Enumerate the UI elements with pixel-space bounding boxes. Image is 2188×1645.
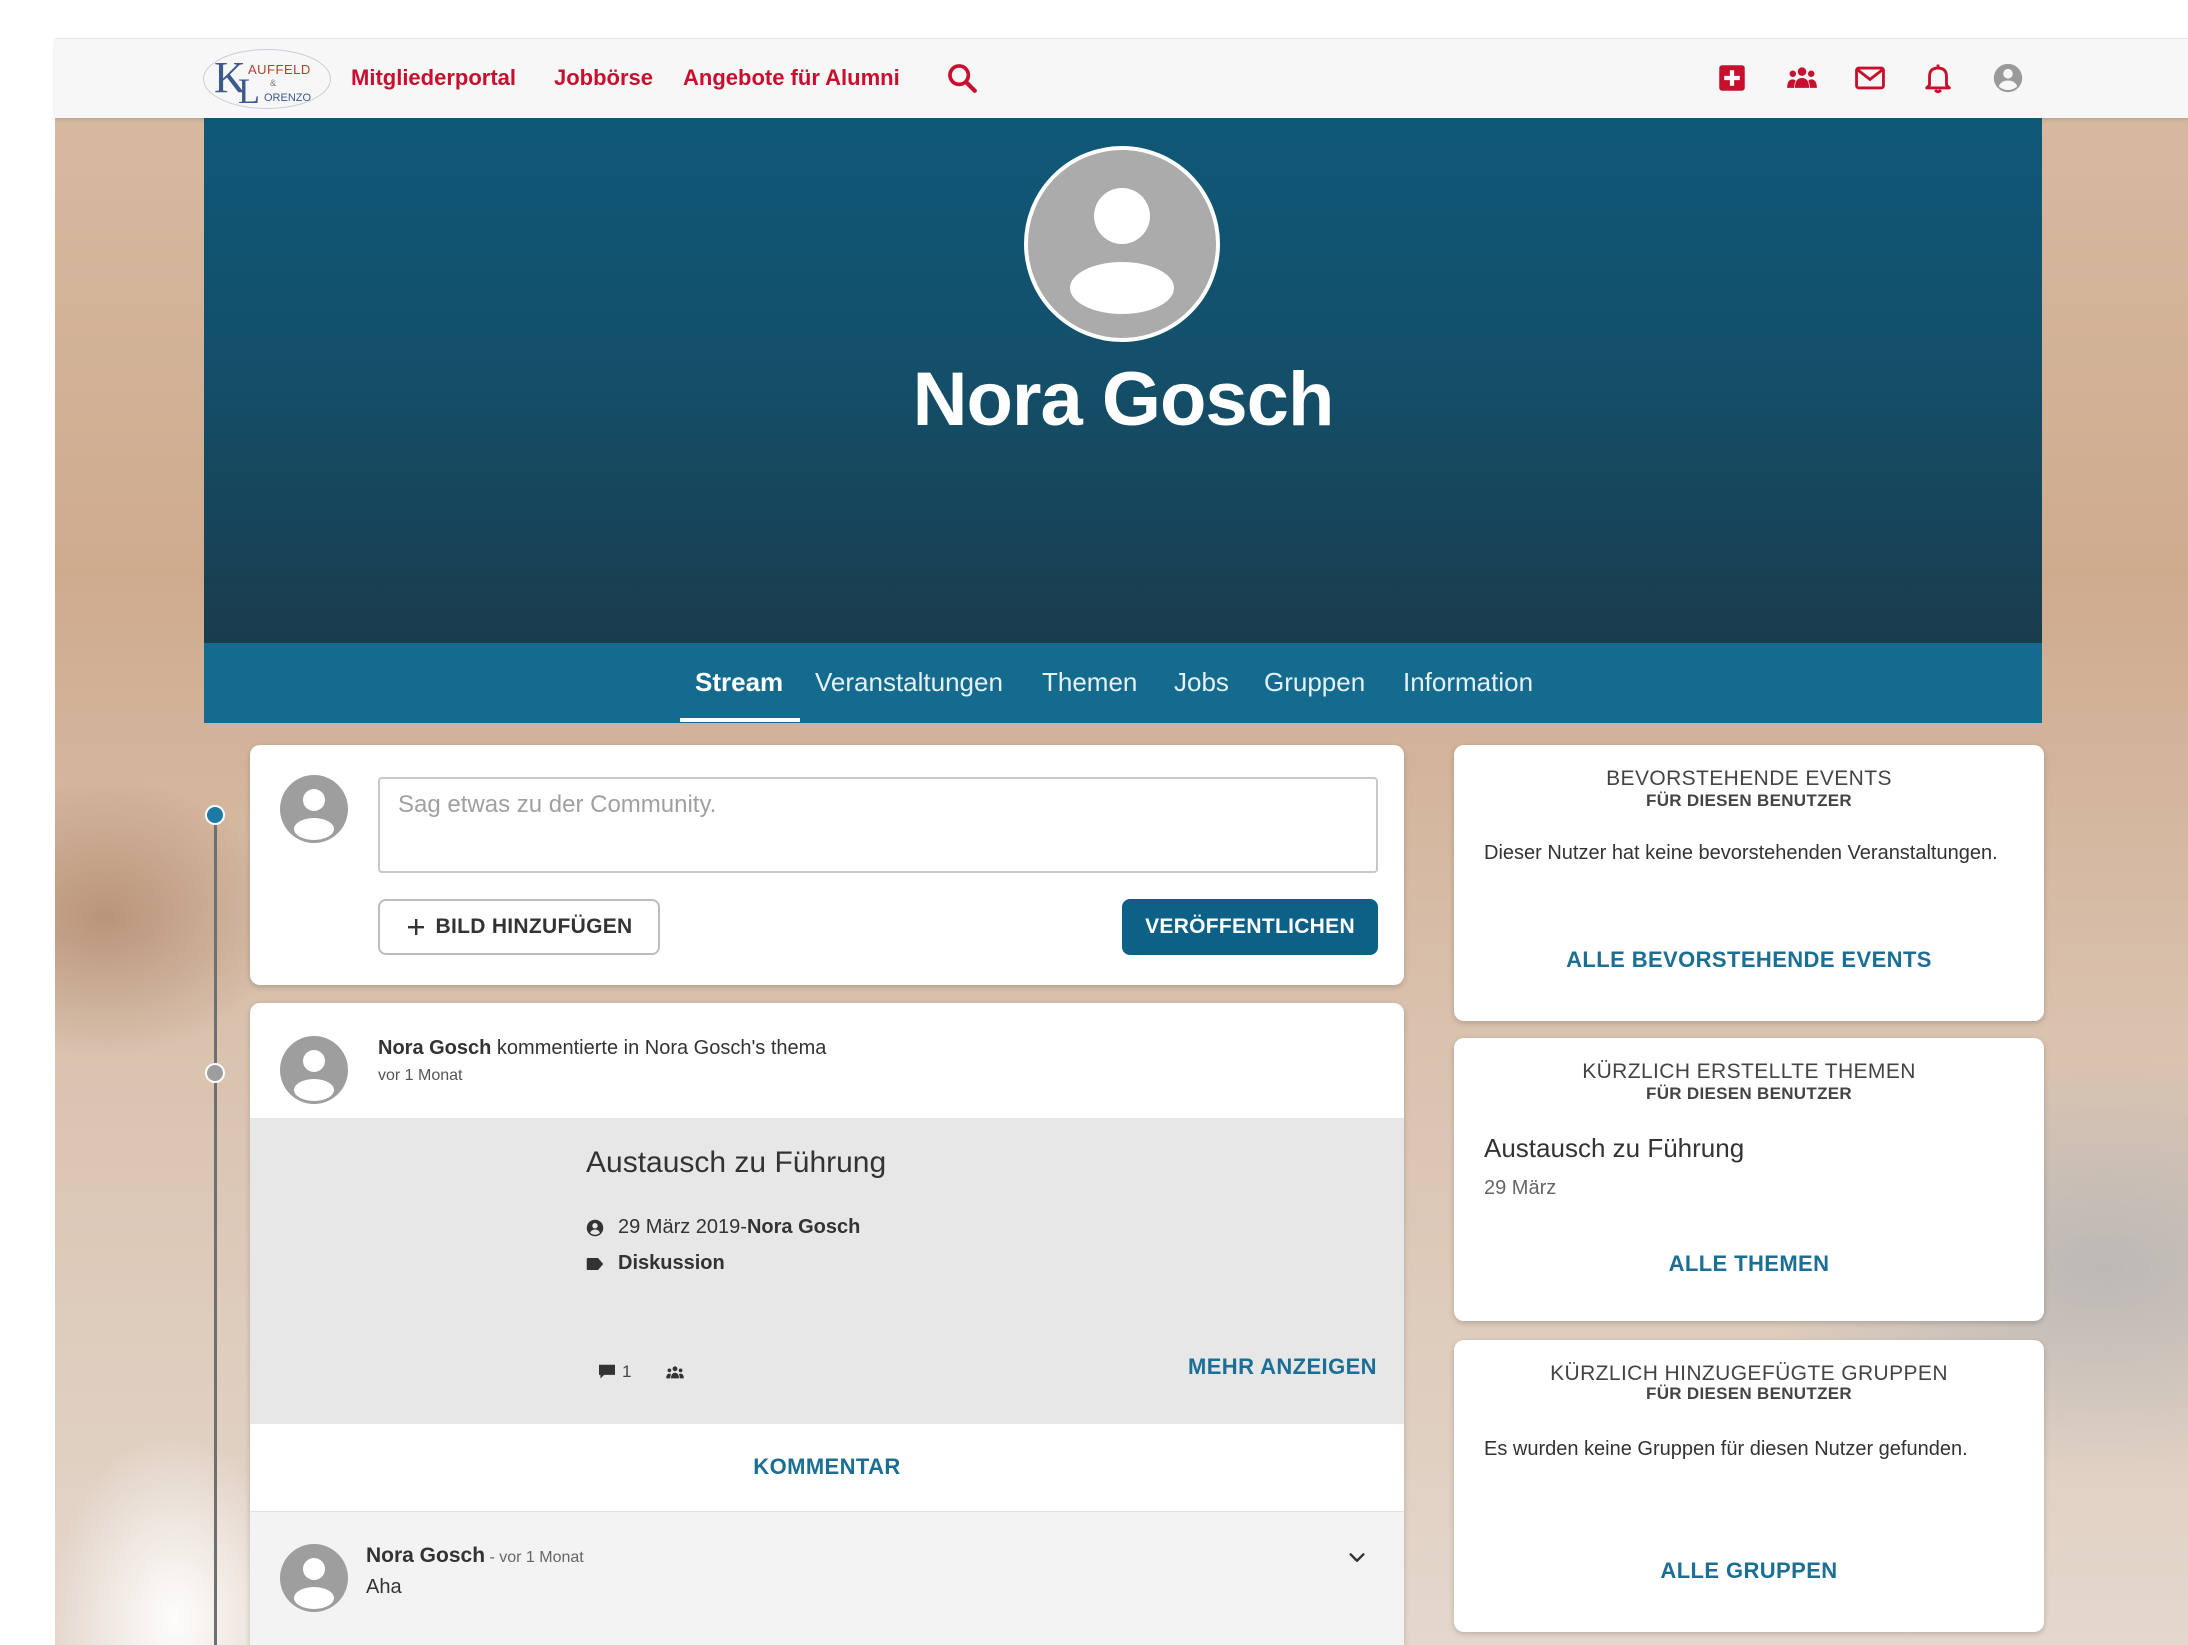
profile-avatar[interactable] bbox=[1024, 146, 1220, 342]
tab-veranstaltungen[interactable]: Veranstaltungen bbox=[815, 667, 1003, 698]
activity-time: vor 1 Monat bbox=[378, 1067, 463, 1084]
mail-icon[interactable] bbox=[1853, 61, 1887, 95]
activity-avatar[interactable] bbox=[280, 1036, 348, 1104]
tag-icon bbox=[586, 1257, 604, 1270]
tab-jobs[interactable]: Jobs bbox=[1174, 667, 1229, 698]
activity-card: Nora Gosch kommentierte in Nora Gosch's … bbox=[250, 1003, 1404, 1645]
topics-title: KÜRZLICH ERSTELLTE THEMEN bbox=[1582, 1060, 1916, 1083]
topic-category-label: Diskussion bbox=[618, 1252, 725, 1274]
tab-stream[interactable]: Stream bbox=[695, 667, 783, 698]
nav-link-mitgliederportal[interactable]: Mitgliederportal bbox=[351, 65, 516, 91]
comment-author-link[interactable]: Nora Gosch bbox=[366, 1544, 485, 1567]
comment-time: - vor 1 Monat bbox=[485, 1549, 584, 1566]
topic-meta-separator: - bbox=[740, 1216, 747, 1238]
user-avatar-icon bbox=[294, 789, 334, 840]
post-composer-card: BILD HINZUFÜGEN VERÖFFENTLICHEN bbox=[250, 745, 1404, 985]
comment-count: 1 bbox=[622, 1362, 632, 1381]
activity-action: kommentierte in Nora Gosch's thema bbox=[496, 1037, 827, 1059]
profile-header: Nora Gosch bbox=[204, 118, 2042, 643]
nav-link-alumni[interactable]: Angebote für Alumni bbox=[683, 65, 900, 91]
activity-headline: Nora Gosch kommentierte in Nora Gosch's … bbox=[378, 1037, 826, 1060]
comment-icon bbox=[599, 1364, 615, 1379]
topic-preview: Austausch zu Führung 29 März 2019 - Nora… bbox=[250, 1118, 1404, 1424]
topics-subtitle: FÜR DIESEN BENUTZER bbox=[1646, 1084, 1852, 1103]
comment-button[interactable]: KOMMENTAR bbox=[250, 1454, 1404, 1480]
topic-title[interactable]: Austausch zu Führung bbox=[586, 1146, 886, 1180]
logo-text-2: & bbox=[270, 78, 277, 88]
recent-groups-card: KÜRZLICH HINZUGEFÜGTE GRUPPEN FÜR DIESEN… bbox=[1454, 1340, 2044, 1632]
top-navbar: K AUFFELD & L ORENZO Mitgliederportal Jo… bbox=[55, 38, 2188, 118]
timeline-dot bbox=[205, 1063, 225, 1083]
upcoming-events-card: BEVORSTEHENDE EVENTS FÜR DIESEN BENUTZER… bbox=[1454, 745, 2044, 1021]
topic-category: Diskussion bbox=[586, 1252, 725, 1275]
logo-letter-l: L bbox=[238, 71, 260, 111]
composer-avatar bbox=[280, 775, 348, 843]
group-icon bbox=[666, 1366, 685, 1379]
comment-header: Nora Gosch - vor 1 Monat bbox=[366, 1544, 584, 1568]
comment-avatar[interactable] bbox=[280, 1544, 348, 1612]
users-icon[interactable] bbox=[1785, 61, 1819, 95]
events-empty-text: Dieser Nutzer hat keine bevorstehenden V… bbox=[1484, 842, 1998, 864]
recent-topics-card: KÜRZLICH ERSTELLTE THEMEN FÜR DIESEN BEN… bbox=[1454, 1038, 2044, 1321]
chevron-down-icon[interactable] bbox=[1346, 1547, 1368, 1569]
site-logo[interactable]: K AUFFELD & L ORENZO bbox=[203, 49, 331, 111]
tab-gruppen[interactable]: Gruppen bbox=[1264, 667, 1365, 698]
publish-button[interactable]: VERÖFFENTLICHEN bbox=[1122, 899, 1378, 955]
user-avatar-icon bbox=[294, 1050, 334, 1101]
topic-date: 29 März 2019 bbox=[618, 1216, 741, 1238]
topic-item-date: 29 März bbox=[1484, 1177, 1557, 1199]
profile-name: Nora Gosch bbox=[912, 357, 1335, 442]
user-circle-icon[interactable] bbox=[1991, 61, 2025, 95]
activity-author-link[interactable]: Nora Gosch bbox=[378, 1037, 491, 1059]
avatar-placeholder-icon bbox=[1070, 188, 1174, 314]
groups-title: KÜRZLICH HINZUGEFÜGTE GRUPPEN bbox=[1550, 1362, 1948, 1385]
nav-link-jobboerse[interactable]: Jobbörse bbox=[554, 65, 653, 91]
timeline-dot-active bbox=[205, 805, 225, 825]
timeline-line bbox=[214, 810, 217, 1645]
add-image-button[interactable]: BILD HINZUFÜGEN bbox=[378, 899, 660, 955]
tab-themen[interactable]: Themen bbox=[1042, 667, 1137, 698]
events-subtitle: FÜR DIESEN BENUTZER bbox=[1646, 791, 1852, 810]
all-topics-link[interactable]: ALLE THEMEN bbox=[1454, 1251, 2044, 1277]
topic-author-link[interactable]: Nora Gosch bbox=[747, 1216, 860, 1239]
all-events-link[interactable]: ALLE BEVORSTEHENDE EVENTS bbox=[1454, 947, 2044, 973]
all-groups-link[interactable]: ALLE GRUPPEN bbox=[1454, 1558, 2044, 1584]
topic-stats: 1 bbox=[598, 1362, 685, 1382]
events-title: BEVORSTEHENDE EVENTS bbox=[1606, 767, 1892, 790]
user-circle-icon bbox=[586, 1219, 604, 1236]
active-tab-indicator bbox=[680, 718, 800, 722]
bell-icon[interactable] bbox=[1921, 61, 1955, 95]
comment-text: Aha bbox=[366, 1576, 402, 1598]
show-more-link[interactable]: MEHR ANZEIGEN bbox=[1188, 1354, 1377, 1380]
tab-information[interactable]: Information bbox=[1403, 667, 1533, 698]
profile-tabs: Stream Veranstaltungen Themen Jobs Grupp… bbox=[204, 643, 2042, 723]
topic-item-title[interactable]: Austausch zu Führung bbox=[1484, 1133, 1744, 1164]
topic-meta: 29 März 2019 - Nora Gosch bbox=[586, 1216, 860, 1239]
user-avatar-icon bbox=[294, 1558, 334, 1609]
logo-text-3: ORENZO bbox=[264, 92, 312, 104]
groups-empty-text: Es wurden keine Gruppen für diesen Nutze… bbox=[1484, 1438, 1968, 1460]
search-icon[interactable] bbox=[945, 61, 979, 95]
plus-square-icon[interactable] bbox=[1715, 61, 1749, 95]
comment-action-bar: KOMMENTAR bbox=[250, 1424, 1404, 1512]
post-input[interactable] bbox=[378, 777, 1378, 873]
comment-item: Nora Gosch - vor 1 Monat Aha bbox=[250, 1512, 1404, 1645]
add-image-label: BILD HINZUFÜGEN bbox=[435, 915, 633, 938]
plus-icon bbox=[407, 919, 424, 935]
groups-subtitle: FÜR DIESEN BENUTZER bbox=[1646, 1384, 1852, 1403]
